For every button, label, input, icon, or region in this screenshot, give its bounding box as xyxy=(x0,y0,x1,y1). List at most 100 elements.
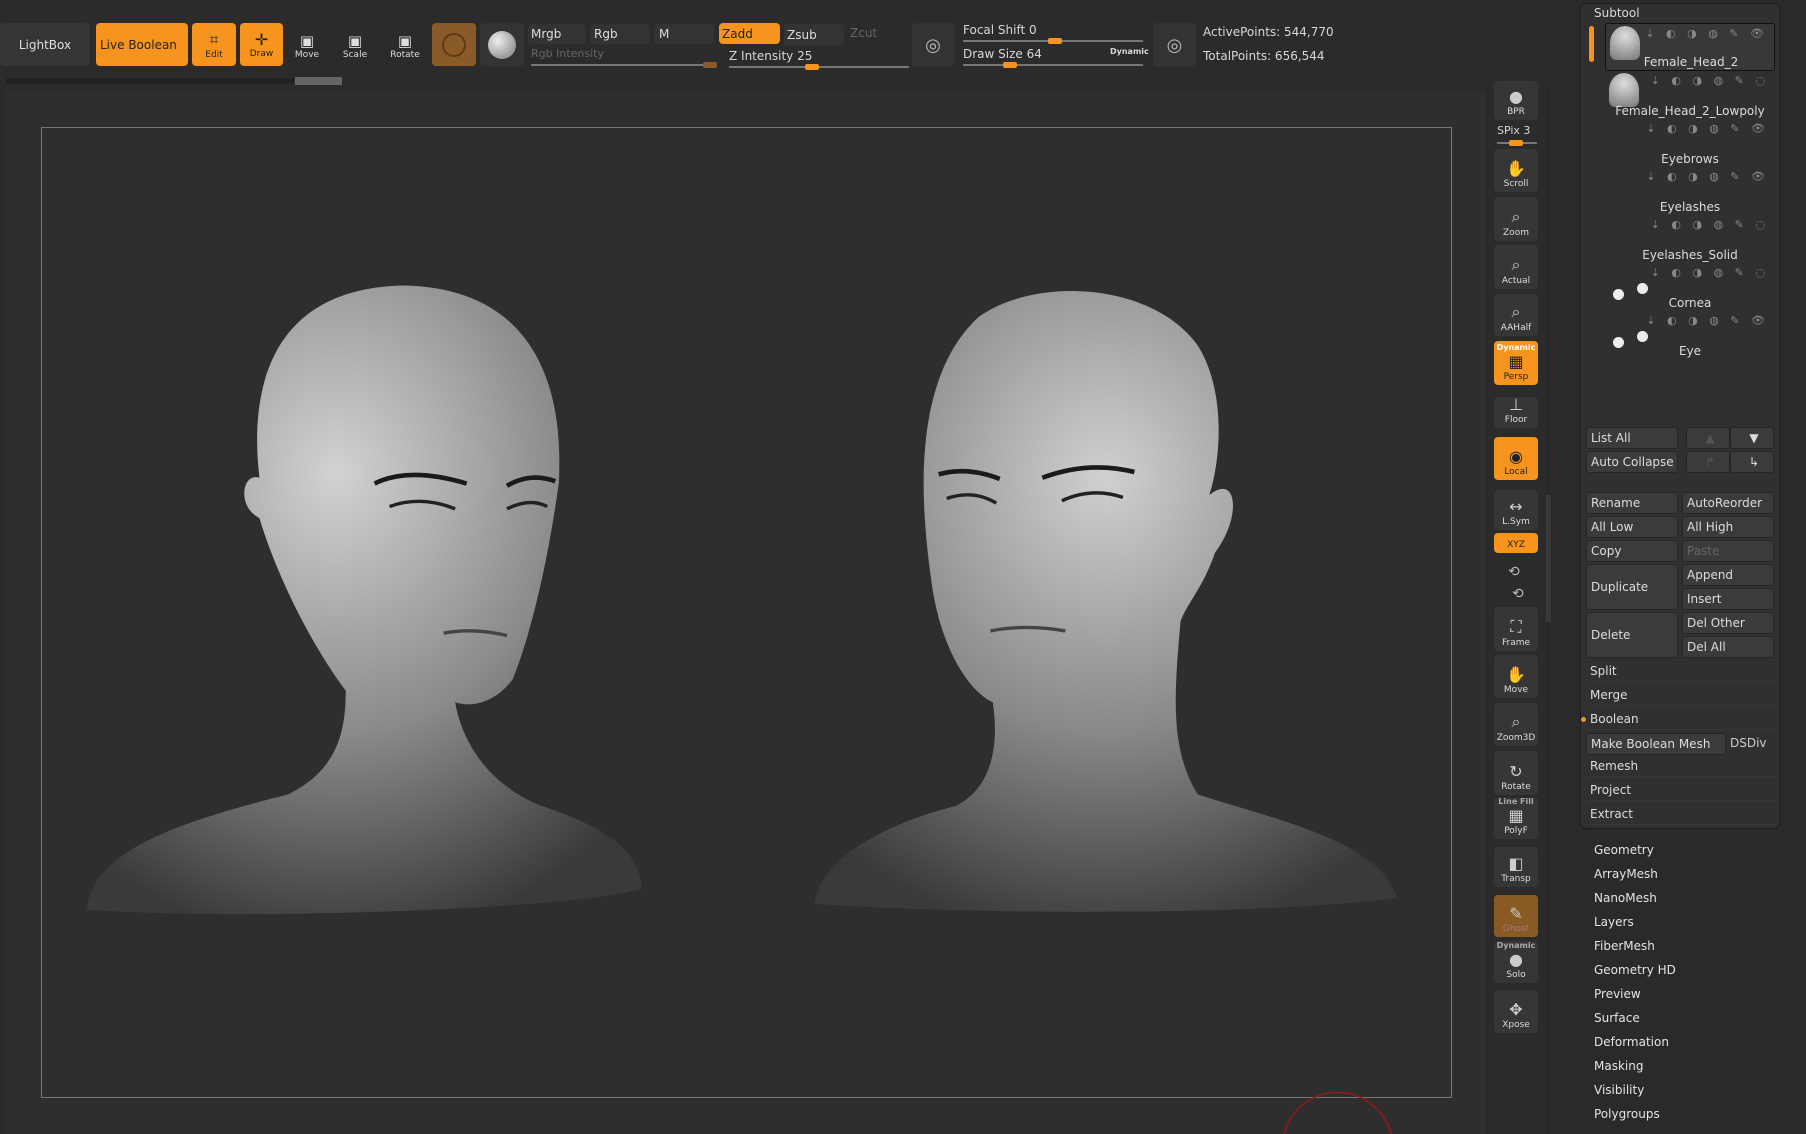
rotate-y-icon[interactable]: ⟲ xyxy=(1508,564,1520,580)
ghost-button[interactable]: ✎ Ghost xyxy=(1494,895,1538,937)
menu-geometry[interactable]: Geometry xyxy=(1594,843,1654,857)
bpr-button[interactable]: ● BPR xyxy=(1494,81,1538,120)
eyeball-thumbnail-icon xyxy=(1637,283,1648,294)
menu-arraymesh[interactable]: ArrayMesh xyxy=(1594,867,1658,881)
lsym-button[interactable]: ↔ L.Sym xyxy=(1494,490,1538,530)
female-head-right xyxy=(814,291,1397,912)
boolean-button[interactable]: Boolean xyxy=(1586,708,1776,730)
menu-layers[interactable]: Layers xyxy=(1594,915,1634,929)
menu-masking[interactable]: Masking xyxy=(1594,1059,1643,1073)
subtool-item[interactable]: ⇣ ◐ ◑ ◍ ✎ 👁 Eyebrows xyxy=(1605,119,1775,167)
redo-arrow-icon[interactable]: ↱ xyxy=(1686,451,1730,473)
menu-visibility[interactable]: Visibility xyxy=(1594,1083,1644,1097)
menu-surface[interactable]: Surface xyxy=(1594,1011,1640,1025)
xpose-label: Xpose xyxy=(1502,1020,1530,1030)
subtool-toggle-icons[interactable]: ⇣ ◐ ◑ ◍ ✎ 👁 xyxy=(1645,27,1768,40)
list-all-button[interactable]: List All xyxy=(1586,427,1678,449)
transparency-icon: ◧ xyxy=(1508,854,1524,873)
del-other-button[interactable]: Del Other xyxy=(1682,612,1774,634)
eyeball-thumbnail-icon xyxy=(1637,331,1648,342)
move-down-arrow-icon[interactable]: ↳ xyxy=(1730,451,1774,473)
local-button[interactable]: ◉ Local xyxy=(1494,437,1538,480)
autoreorder-button[interactable]: AutoReorder xyxy=(1682,492,1774,514)
make-boolean-mesh-button[interactable]: Make Boolean Mesh xyxy=(1586,733,1726,755)
polyf-mode-label: Line Fill xyxy=(1498,797,1534,806)
del-all-button[interactable]: Del All xyxy=(1682,636,1774,658)
subtool-toggle-icons[interactable]: ⇣ ◐ ◑ ◍ ✎ ◌ xyxy=(1651,74,1769,87)
paste-button[interactable]: Paste xyxy=(1682,540,1774,562)
floor-button[interactable]: ⊥ Floor xyxy=(1494,395,1538,428)
polyf-button[interactable]: Line Fill ▦ PolyF xyxy=(1494,797,1538,839)
subtool-name: Female_Head_2 xyxy=(1643,55,1739,69)
delete-button[interactable]: Delete xyxy=(1586,612,1678,658)
frame-button[interactable]: ⛶ Frame xyxy=(1494,607,1538,651)
subtool-name: Eye xyxy=(1678,344,1702,358)
up-arrow-icon[interactable]: ▲ xyxy=(1686,427,1730,449)
subtool-item[interactable]: ⇣ ◐ ◑ ◍ ✎ 👁 Eye xyxy=(1605,311,1775,359)
actual-button[interactable]: ⌕ Actual xyxy=(1494,245,1538,289)
spix-slider[interactable] xyxy=(1497,140,1537,146)
zoom3d-button[interactable]: ⌕ Zoom3D xyxy=(1494,703,1538,746)
menu-geometry-hd[interactable]: Geometry HD xyxy=(1594,963,1676,977)
xpose-button[interactable]: ✥ Xpose xyxy=(1494,990,1538,1033)
menu-deformation[interactable]: Deformation xyxy=(1594,1035,1669,1049)
menu-preview[interactable]: Preview xyxy=(1594,987,1641,1001)
scroll-button[interactable]: ✋ Scroll xyxy=(1494,149,1538,192)
female-head-left xyxy=(86,285,642,915)
insert-button[interactable]: Insert xyxy=(1682,588,1774,610)
subtool-toggle-icons[interactable]: ⇣ ◐ ◑ ◍ ✎ 👁 xyxy=(1646,122,1769,135)
lsym-label: L.Sym xyxy=(1502,517,1530,527)
subtool-scrollbar[interactable] xyxy=(1589,26,1594,62)
subtool-item[interactable]: ⇣ ◐ ◑ ◍ ✎ ◌ Cornea xyxy=(1605,263,1775,311)
polyframe-icon: ▦ xyxy=(1508,806,1524,825)
auto-collapse-button[interactable]: Auto Collapse xyxy=(1586,451,1678,473)
subtool-item[interactable]: ⇣ ◐ ◑ ◍ ✎ 👁 Female_Head_2 xyxy=(1605,23,1775,71)
subtool-item[interactable]: ⇣ ◐ ◑ ◍ ✎ ◌ Female_Head_2_Lowpoly xyxy=(1605,71,1775,119)
down-arrow-icon[interactable]: ▼ xyxy=(1730,427,1774,449)
rotate-z-icon[interactable]: ⟲ xyxy=(1512,586,1524,602)
all-high-button[interactable]: All High xyxy=(1682,516,1774,538)
menu-polygroups[interactable]: Polygroups xyxy=(1594,1107,1660,1121)
hand-icon: ✋ xyxy=(1506,159,1526,178)
rotate-button[interactable]: ↻ Rotate xyxy=(1494,751,1538,795)
aahalf-button[interactable]: ⌕ AAHalf xyxy=(1494,294,1538,336)
remesh-button[interactable]: Remesh xyxy=(1586,755,1776,777)
floor-label: Floor xyxy=(1504,415,1528,425)
menu-fibermesh[interactable]: FiberMesh xyxy=(1594,939,1655,953)
solo-button[interactable]: Dynamic ● Solo xyxy=(1494,941,1538,983)
move-button[interactable]: ✋ Move xyxy=(1494,655,1538,698)
subtool-name: Eyebrows xyxy=(1661,152,1719,166)
rename-button[interactable]: Rename xyxy=(1586,492,1678,514)
project-button[interactable]: Project xyxy=(1586,779,1776,801)
dsdiv-button[interactable]: DSDiv xyxy=(1730,736,1767,750)
actual-icon: ⌕ xyxy=(1511,255,1521,274)
append-button[interactable]: Append xyxy=(1682,564,1774,586)
subtool-title: Subtool xyxy=(1594,6,1640,20)
magnifier-icon: ⌕ xyxy=(1511,207,1521,226)
subtool-toggle-icons[interactable]: ⇣ ◐ ◑ ◍ ✎ 👁 xyxy=(1646,170,1769,183)
zoom-button[interactable]: ⌕ Zoom xyxy=(1494,197,1538,241)
merge-button[interactable]: Merge xyxy=(1586,684,1776,706)
boolean-active-dot xyxy=(1581,717,1586,722)
cursor-ring xyxy=(1283,1091,1392,1134)
persp-button[interactable]: Dynamic ▦ Persp xyxy=(1494,341,1538,385)
menu-nanomesh[interactable]: NanoMesh xyxy=(1594,891,1657,905)
subtool-toggle-icons[interactable]: ⇣ ◐ ◑ ◍ ✎ ◌ xyxy=(1651,218,1769,231)
spix-knob[interactable] xyxy=(1509,140,1523,146)
actual-label: Actual xyxy=(1501,276,1531,286)
subtool-toggle-icons[interactable]: ⇣ ◐ ◑ ◍ ✎ 👁 xyxy=(1646,314,1769,327)
shelf-scrollbar[interactable] xyxy=(1546,495,1551,622)
ghost-icon: ✎ xyxy=(1509,904,1523,923)
subtool-toggle-icons[interactable]: ⇣ ◐ ◑ ◍ ✎ ◌ xyxy=(1651,266,1769,279)
all-low-button[interactable]: All Low xyxy=(1586,516,1678,538)
rotate-icon: ↻ xyxy=(1509,762,1523,781)
subtool-item[interactable]: ⇣ ◐ ◑ ◍ ✎ ◌ Eyelashes_Solid xyxy=(1605,215,1775,263)
xyz-label: XYZ xyxy=(1507,540,1525,550)
copy-button[interactable]: Copy xyxy=(1586,540,1678,562)
duplicate-button[interactable]: Duplicate xyxy=(1586,564,1678,610)
transp-button[interactable]: ◧ Transp xyxy=(1494,847,1538,887)
split-button[interactable]: Split xyxy=(1586,660,1776,682)
xyz-button[interactable]: XYZ xyxy=(1494,533,1538,553)
extract-button[interactable]: Extract xyxy=(1586,803,1776,825)
subtool-item[interactable]: ⇣ ◐ ◑ ◍ ✎ 👁 Eyelashes xyxy=(1605,167,1775,215)
